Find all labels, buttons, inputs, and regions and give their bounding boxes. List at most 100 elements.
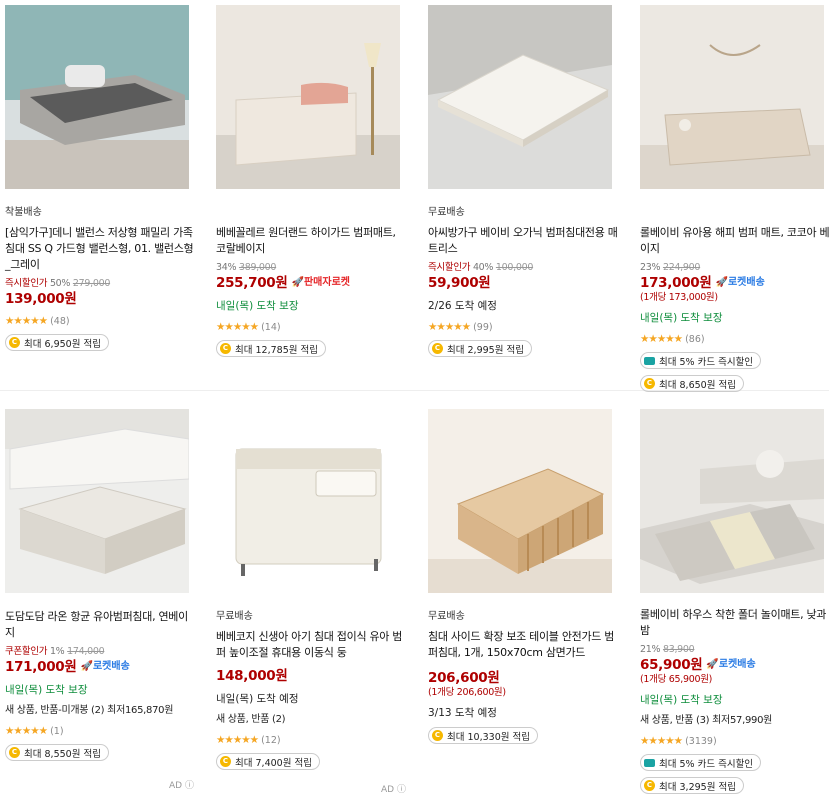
rating: ★★★★★ (86) xyxy=(640,332,829,346)
star-icon: ★★★★★ xyxy=(640,333,683,345)
shipping-badge: 무료배송 xyxy=(428,611,465,622)
coin-icon: C xyxy=(220,343,231,354)
original-price: 100,000 xyxy=(495,262,534,273)
product-name[interactable]: 베베코지 신생아 아기 침대 접이식 유아 범퍼 높이조절 휴대용 이동식 둥 xyxy=(216,629,406,661)
original-price-row: 즉시할인가 50% 279,000 xyxy=(5,277,200,290)
product-name[interactable]: 베베꼴레르 원더랜드 하이가드 범퍼매트, 코랄베이지 xyxy=(216,225,406,257)
rocket-icon: 🚀 xyxy=(80,661,93,672)
rocket-icon: 🚀 xyxy=(291,277,304,288)
product-card[interactable]: 롤베이비 유아용 해피 범퍼 매트, 코코아 베이지 23% 224,900 1… xyxy=(640,5,829,392)
product-card[interactable]: 무료배송 침대 사이드 확장 보조 테이블 안전가드 범퍼침대, 1개, 150… xyxy=(428,409,623,744)
other-sellers-info[interactable]: 새 상품, 반품 (2) xyxy=(216,713,411,727)
coin-icon: C xyxy=(220,756,231,767)
other-sellers-info[interactable]: 새 상품, 반품 (3) 최저57,990원 xyxy=(640,714,829,728)
reward-chip: C 최대 8,650원 적립 xyxy=(640,375,744,392)
star-icon: ★★★★★ xyxy=(216,321,259,333)
coin-icon: C xyxy=(432,730,443,741)
product-image[interactable] xyxy=(216,409,400,593)
product-image[interactable] xyxy=(5,5,189,189)
rocket-delivery-badge: 🚀로켓배송 xyxy=(80,661,130,672)
product-card[interactable]: 베베꼴레르 원더랜드 하이가드 범퍼매트, 코랄베이지 34% 389,000 … xyxy=(216,5,411,357)
reward-chip: C 최대 7,400원 적립 xyxy=(216,753,320,770)
reward-chip: C 최대 6,950원 적립 xyxy=(5,334,109,351)
coin-icon: C xyxy=(644,780,655,791)
rocket-delivery-badge: 🚀로켓배송 xyxy=(706,659,756,670)
shipping-badge xyxy=(216,203,411,217)
product-image[interactable] xyxy=(428,5,612,189)
credit-card-icon xyxy=(644,356,655,365)
product-card[interactable]: 도담도담 라온 항균 유아범퍼침대, 연베이지 쿠폰할인가 1% 174,000… xyxy=(5,409,200,761)
product-name[interactable]: 도담도담 라온 항균 유아범퍼침대, 연베이지 xyxy=(5,609,195,641)
instant-discount-label: 즉시할인가 xyxy=(428,262,471,273)
rating: ★★★★★ (48) xyxy=(5,314,200,328)
info-icon[interactable]: ⓘ xyxy=(185,781,194,791)
rocket-icon: 🚀 xyxy=(706,659,719,670)
sale-price: 59,900원 xyxy=(428,275,491,291)
review-count: (86) xyxy=(685,333,705,345)
reward-text: 최대 8,550원 적립 xyxy=(24,748,101,760)
coin-icon: C xyxy=(432,343,443,354)
shipping-badge xyxy=(640,203,829,217)
delivery-info: 내일(목) 도착 보장 xyxy=(640,312,723,324)
product-name[interactable]: 아씨방가구 베이비 오가닉 범퍼침대전용 매트리스 xyxy=(428,225,618,257)
unit-price: (1개당 206,600원) xyxy=(428,687,506,698)
star-icon: ★★★★★ xyxy=(5,725,48,737)
review-count: (3139) xyxy=(685,735,717,747)
reward-chip: C 최대 3,295원 적립 xyxy=(640,777,744,794)
reward-text: 최대 10,330원 적립 xyxy=(447,731,530,743)
delivery-info: 3/13 도착 예정 xyxy=(428,707,497,719)
delivery-info: 내일(목) 도착 보장 xyxy=(216,300,299,312)
reward-text: 최대 8,650원 적립 xyxy=(659,379,736,391)
product-card[interactable]: 무료배송 베베코지 신생아 아기 침대 접이식 유아 범퍼 높이조절 휴대용 이… xyxy=(216,409,411,770)
rocket-delivery-badge: 🚀로켓배송 xyxy=(715,277,765,288)
sale-price: 171,000원 xyxy=(5,659,77,675)
product-name[interactable]: 침대 사이드 확장 보조 테이블 안전가드 범퍼침대, 1개, 150x70cm… xyxy=(428,629,618,661)
star-icon: ★★★★★ xyxy=(5,315,48,327)
product-grid: 착불배송 [삼익가구]데니 밸런스 저상형 패밀리 가족침대 SS Q 가드형 … xyxy=(0,0,829,798)
other-sellers-info[interactable]: 새 상품, 반품-미개봉 (2) 최저165,870원 xyxy=(5,704,200,718)
review-count: (12) xyxy=(261,734,281,746)
original-price: 389,000 xyxy=(238,262,277,273)
rating: ★★★★★ (14) xyxy=(216,320,411,334)
coin-icon: C xyxy=(9,337,20,348)
ad-label[interactable]: AD ⓘ xyxy=(169,778,194,791)
delivery-info: 내일(목) 도착 보장 xyxy=(5,684,88,696)
review-count: (14) xyxy=(261,321,281,333)
original-price-row: 23% 224,900 xyxy=(640,261,829,274)
product-image[interactable] xyxy=(428,409,612,593)
instant-discount-label: 즉시할인가 xyxy=(5,278,48,289)
product-card[interactable]: 롤베이비 하우스 착한 폴더 놀이매트, 낮과밤 21% 83,900 65,9… xyxy=(640,409,829,794)
shipping-badge: 무료배송 xyxy=(428,207,465,218)
sale-price: 206,600원 xyxy=(428,670,500,686)
rating: ★★★★★ (1) xyxy=(5,724,200,738)
product-image[interactable] xyxy=(640,409,824,593)
reward-chip: C 최대 8,550원 적립 xyxy=(5,744,109,761)
product-name[interactable]: 롤베이비 하우스 착한 폴더 놀이매트, 낮과밤 xyxy=(640,607,829,639)
coin-icon: C xyxy=(644,378,655,389)
product-card[interactable]: 무료배송 아씨방가구 베이비 오가닉 범퍼침대전용 매트리스 즉시할인가 40%… xyxy=(428,5,623,357)
product-image[interactable] xyxy=(640,5,824,189)
reward-text: 최대 3,295원 적립 xyxy=(659,781,736,793)
card-offer-chip: 최대 5% 카드 즉시할인 xyxy=(640,352,762,369)
rating: ★★★★★ (3139) xyxy=(640,734,829,748)
discount-rate: 50% xyxy=(49,278,71,289)
delivery-info: 내일(목) 도착 보장 xyxy=(640,694,723,706)
product-image[interactable] xyxy=(5,409,189,593)
product-name[interactable]: 롤베이비 유아용 해피 범퍼 매트, 코코아 베이지 xyxy=(640,225,829,257)
sale-price: 139,000원 xyxy=(5,291,77,307)
product-name[interactable]: [삼익가구]데니 밸런스 저상형 패밀리 가족침대 SS Q 가드형 밸런스형,… xyxy=(5,225,195,273)
original-price-row: 즉시할인가 40% 100,000 xyxy=(428,261,623,274)
info-icon[interactable]: ⓘ xyxy=(397,785,406,795)
product-card[interactable]: 착불배송 [삼익가구]데니 밸런스 저상형 패밀리 가족침대 SS Q 가드형 … xyxy=(5,5,200,351)
sale-price: 255,700원 xyxy=(216,275,288,291)
unit-price: (1개당 173,000원) xyxy=(640,292,718,303)
ad-label[interactable]: AD ⓘ xyxy=(381,782,406,795)
product-image[interactable] xyxy=(216,5,400,189)
sale-price: 148,000원 xyxy=(216,668,288,684)
shipping-badge: 무료배송 xyxy=(216,611,253,622)
card-offer-text: 최대 5% 카드 즉시할인 xyxy=(659,356,754,368)
reward-chip: C 최대 12,785원 적립 xyxy=(216,340,326,357)
discount-rate: 23% xyxy=(640,262,661,273)
review-count: (48) xyxy=(50,315,70,327)
review-count: (1) xyxy=(50,725,64,737)
